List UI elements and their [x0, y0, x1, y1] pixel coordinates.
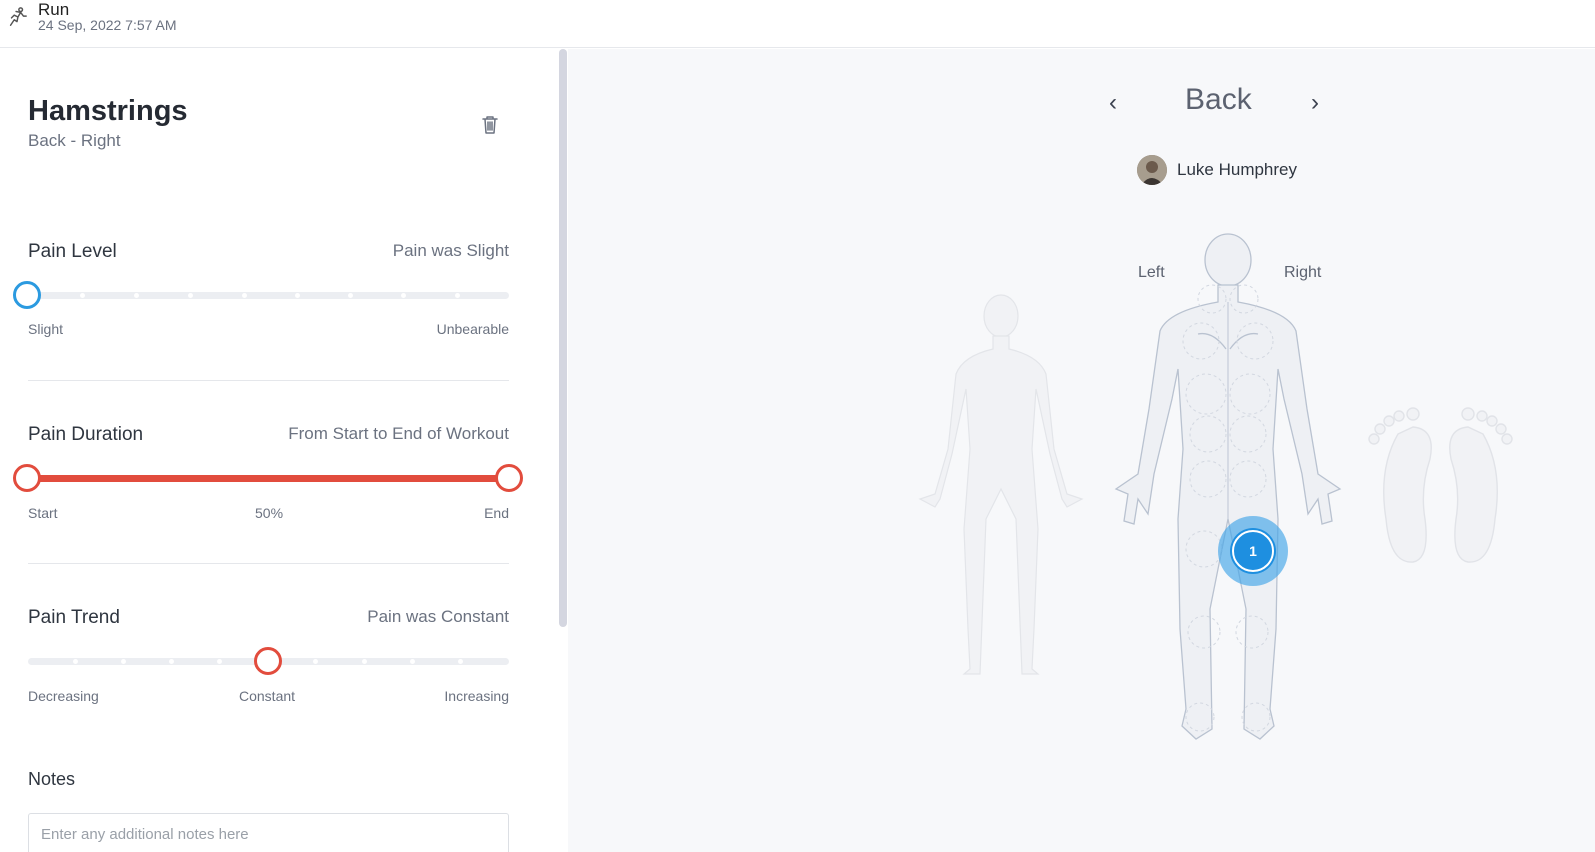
activity-header: Run 24 Sep, 2022 7:57 AM	[0, 0, 1595, 48]
pain-duration-start-handle[interactable]	[13, 464, 41, 492]
pain-trend-min-label: Decreasing	[28, 688, 99, 704]
pain-duration-value: From Start to End of Workout	[288, 424, 509, 443]
injury-details-panel: Hamstrings Back - Right Pain Level Pain …	[0, 49, 558, 852]
pain-trend-max-label: Increasing	[444, 688, 509, 704]
pain-duration-label: Pain Duration	[28, 424, 144, 445]
body-map-figures	[918, 233, 1513, 740]
pain-trend-mid-label: Constant	[239, 688, 296, 704]
pain-level-value: Pain was Slight	[392, 241, 509, 260]
left-panel-scrollbar[interactable]	[558, 49, 568, 852]
pain-duration-mid-label: 50%	[255, 505, 284, 521]
pain-duration-range-fill	[28, 475, 509, 482]
notes-label: Notes	[28, 769, 76, 789]
injury-location: Back - Right	[28, 131, 121, 150]
run-icon	[9, 7, 27, 26]
pain-trend-handle[interactable]	[254, 647, 282, 675]
pain-duration-end-label: End	[484, 505, 509, 521]
front-body-figure	[918, 294, 1084, 675]
body-map-panel: ‹ Back › Luke Humphrey Left Right 1	[568, 49, 1595, 852]
pain-level-slider[interactable]	[28, 292, 509, 299]
divider	[28, 380, 509, 381]
divider	[28, 563, 509, 564]
pain-level-min-label: Slight	[28, 321, 64, 337]
trash-icon[interactable]	[478, 113, 502, 137]
notes-input[interactable]: Enter any additional notes here	[28, 813, 509, 852]
pain-trend-label: Pain Trend	[28, 607, 120, 628]
injury-title: Hamstrings	[28, 95, 188, 127]
injury-marker-number: 1	[1232, 530, 1274, 572]
pain-trend-value: Pain was Constant	[367, 607, 509, 626]
pain-level-handle[interactable]	[13, 281, 41, 309]
pain-level-label: Pain Level	[28, 241, 117, 262]
injury-marker[interactable]: 1	[1218, 516, 1288, 586]
pain-level-max-label: Unbearable	[436, 321, 509, 337]
activity-date: 24 Sep, 2022 7:57 AM	[38, 17, 177, 33]
feet-figures	[1368, 407, 1513, 563]
back-body-figure	[1114, 233, 1342, 740]
scrollbar-thumb[interactable]	[559, 49, 567, 627]
pain-duration-end-handle[interactable]	[495, 464, 523, 492]
pain-duration-start-label: Start	[28, 505, 58, 521]
